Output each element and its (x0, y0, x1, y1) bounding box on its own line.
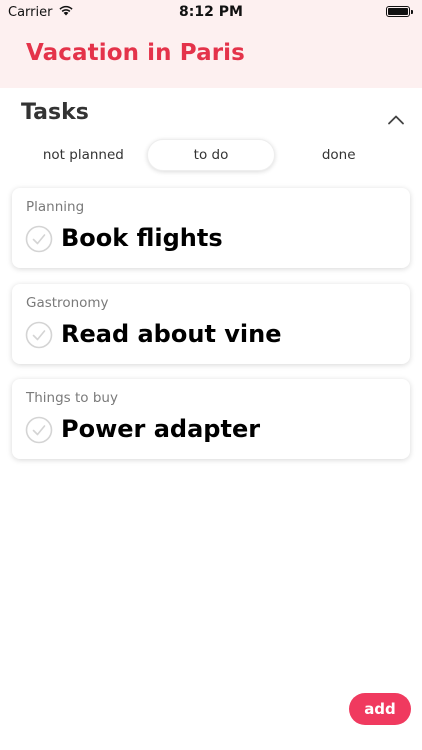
check-circle-icon[interactable] (25, 225, 53, 253)
task-category: Gastronomy (26, 295, 109, 311)
add-button[interactable]: add (349, 693, 411, 725)
status-time: 8:12 PM (179, 4, 243, 20)
task-category: Planning (26, 199, 85, 215)
status-bar: Carrier 8:12 PM (0, 0, 422, 24)
task-card[interactable]: Things to buy Power adapter (12, 379, 410, 459)
filter-to-do[interactable]: to do (146, 139, 276, 171)
task-name: Power adapter (61, 415, 261, 443)
page-title: Vacation in Paris (26, 40, 245, 66)
battery-fill (388, 8, 408, 15)
battery-icon (386, 6, 413, 17)
check-circle-icon[interactable] (25, 416, 53, 444)
task-card[interactable]: Planning Book flights (12, 188, 410, 268)
screen: Carrier 8:12 PM Vacation in Paris Tasks … (0, 0, 422, 750)
task-name: Book flights (61, 224, 223, 252)
task-name: Read about vine (61, 320, 282, 348)
task-category: Things to buy (26, 390, 118, 406)
header: Vacation in Paris (0, 24, 422, 88)
chevron-up-icon (388, 115, 404, 124)
task-card[interactable]: Gastronomy Read about vine (12, 284, 410, 364)
battery-nub (411, 10, 413, 14)
section-title-tasks: Tasks (21, 100, 89, 125)
filter-not-planned[interactable]: not planned (20, 139, 147, 171)
status-filter: not planned to do done (20, 139, 402, 171)
filter-done[interactable]: done (275, 139, 402, 171)
check-circle-icon[interactable] (25, 321, 53, 349)
collapse-button[interactable] (386, 112, 406, 126)
